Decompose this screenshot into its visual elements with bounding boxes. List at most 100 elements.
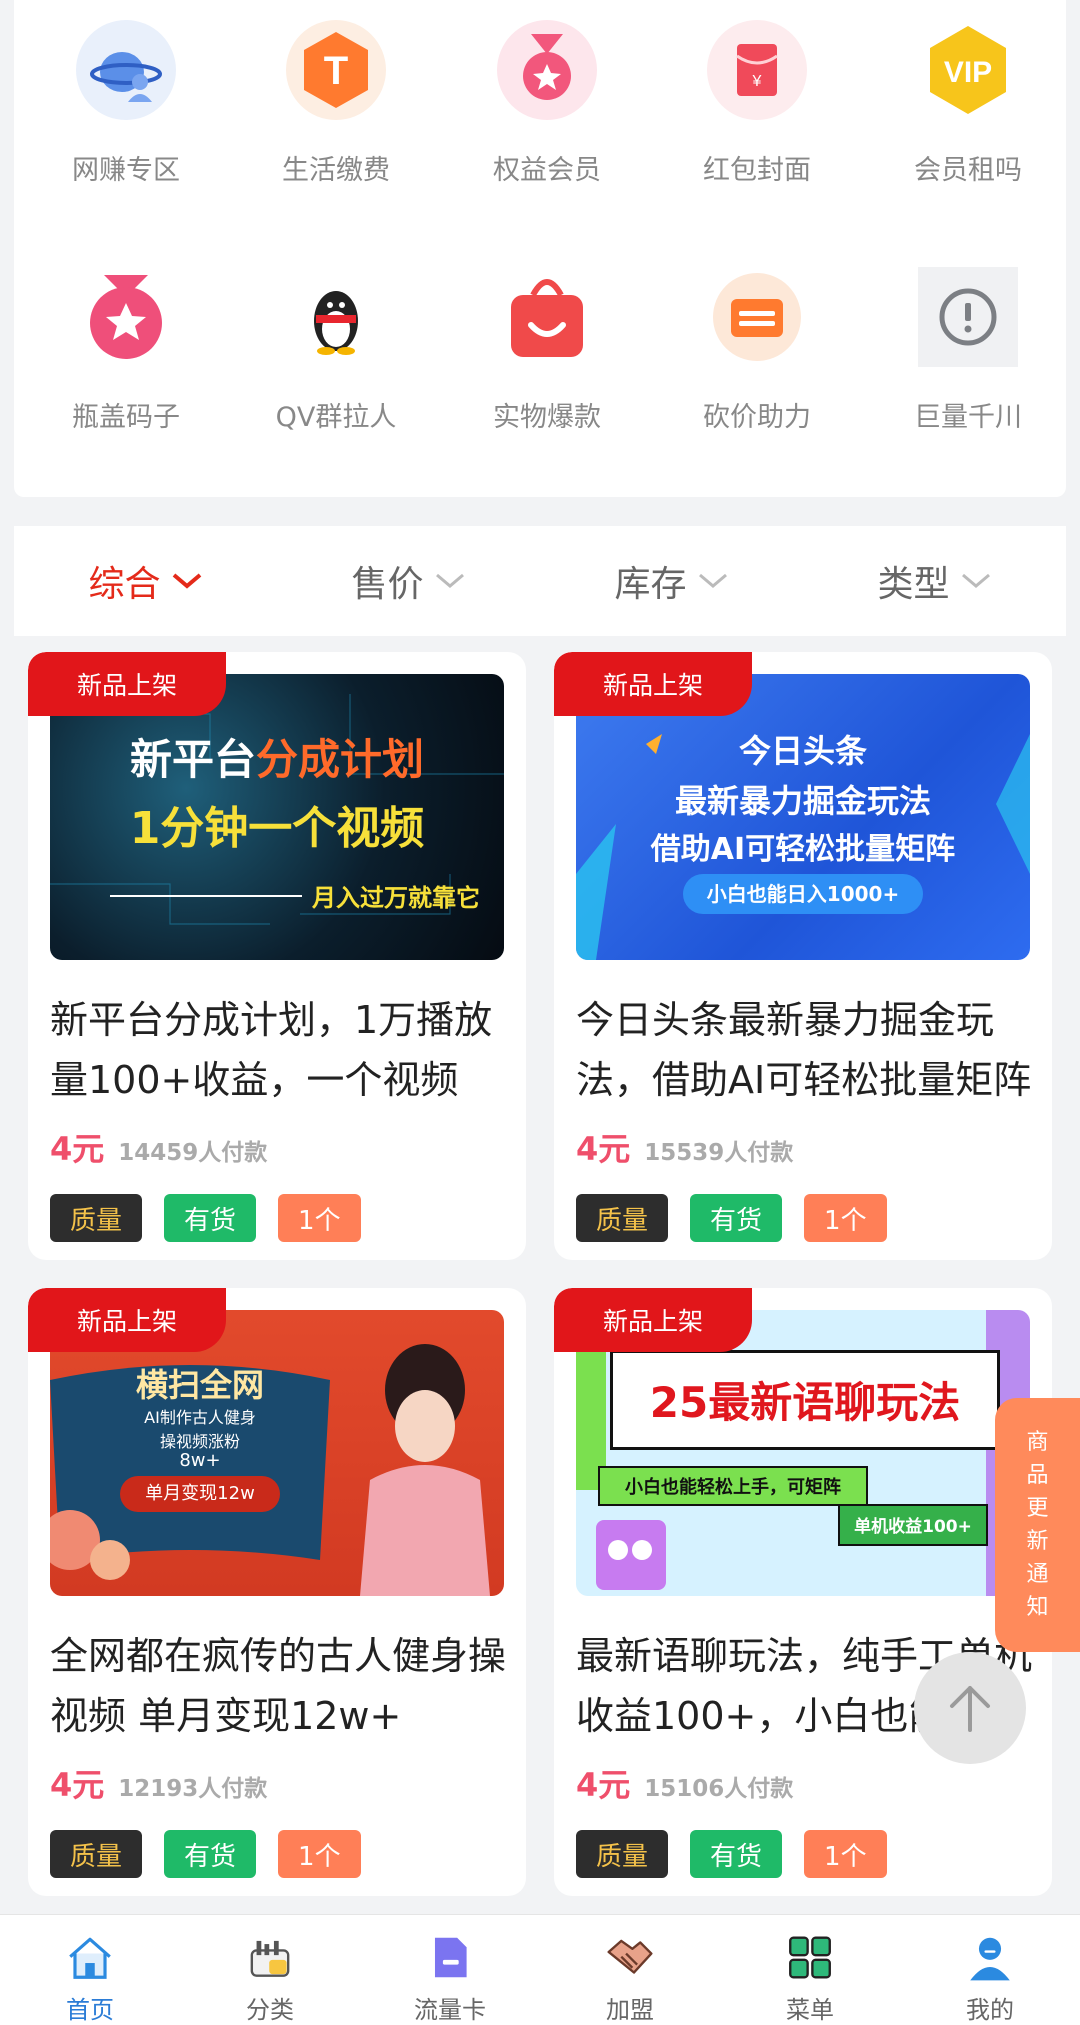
grid-label: 生活缴费 (282, 155, 390, 186)
tab-profile[interactable]: 我的 (900, 1915, 1080, 2025)
image-caption: 月入过万就靠它 (312, 884, 480, 912)
grid-item-quanyi[interactable]: 权益会员 (442, 0, 652, 220)
t-coin-icon: T (286, 20, 386, 120)
grid-label: 巨量千川 (914, 402, 1022, 433)
image-subline: AI制作古人健身 (144, 1408, 256, 1427)
grid-item-shenghuo[interactable]: T 生活缴费 (231, 0, 441, 220)
image-headline: 25最新语聊玩法 (610, 1350, 1000, 1450)
user-icon (970, 1937, 1010, 1981)
image-subline: 最新暴力掘金玩法 (674, 782, 931, 820)
shopping-bag-icon (497, 267, 597, 367)
medal-icon (497, 20, 597, 120)
grid-item-wangzhuan[interactable]: 网赚专区 (21, 0, 231, 220)
tab-franchise[interactable]: 加盟 (540, 1915, 720, 2025)
new-badge: 新品上架 (554, 1288, 752, 1352)
grid-item-pinggai[interactable]: 瓶盖码子 (21, 247, 231, 467)
image-caption: 单月变现12w (120, 1476, 280, 1512)
product-card[interactable]: 新品上架 新平台分成计划 1分钟一个视频 月入过万就靠它 新平台分成计划，1万播… (28, 652, 526, 1260)
tag-quantity: 1个 (804, 1830, 887, 1878)
tag-row: 质量 有货 1个 (576, 1194, 887, 1242)
alert-icon (918, 267, 1018, 367)
back-to-top-button[interactable] (914, 1652, 1026, 1764)
handshake-icon (607, 1939, 653, 1974)
sort-price[interactable]: 售价 (277, 526, 540, 636)
notice-char: 更 (1026, 1496, 1049, 1521)
product-card[interactable]: 新品上架 25最新语聊玩法 小白也能轻松上手，可矩阵 单机收益100+ 最新语聊… (554, 1288, 1052, 1896)
grid-item-kanjia[interactable]: 砍价助力 (652, 247, 862, 467)
grid-item-juliang[interactable]: 巨量千川 (863, 247, 1073, 467)
sold-count: 14459人付款 (118, 1140, 268, 1166)
tab-menu[interactable]: 菜单 (720, 1915, 900, 2025)
product-image: 新平台分成计划 1分钟一个视频 月入过万就靠它 (50, 674, 504, 960)
category-grid: 网赚专区 T 生活缴费 权益会员 ¥ 红包封面 VIP 会员租吗 瓶盖码子 QV… (14, 0, 1066, 497)
tag-quantity: 1个 (278, 1194, 361, 1242)
image-headline-accent: 分成计划 (256, 735, 425, 784)
product-image: 25最新语聊玩法 小白也能轻松上手，可矩阵 单机收益100+ (576, 1310, 1030, 1596)
tag-row: 质量 有货 1个 (50, 1194, 361, 1242)
sold-count: 15106人付款 (644, 1776, 794, 1802)
grid-label: 实物爆款 (493, 402, 601, 433)
image-subline: 小白也能轻松上手，可矩阵 (598, 1466, 868, 1506)
tag-row: 质量 有货 1个 (576, 1830, 887, 1878)
sort-comprehensive[interactable]: 综合 (14, 526, 277, 636)
notice-char: 通 (1026, 1562, 1049, 1587)
grid-label: QV群拉人 (275, 402, 397, 433)
tab-home[interactable]: 首页 (0, 1915, 180, 2025)
tag-quality: 质量 (576, 1830, 669, 1878)
tag-quantity: 1个 (278, 1830, 361, 1878)
price: 4元 (50, 1130, 105, 1168)
image-caption: 单机收益100+ (838, 1504, 988, 1546)
grid-label: 网赚专区 (72, 155, 180, 186)
price-row: 4元 12193人付款 (50, 1760, 267, 1806)
product-image: 横扫全网 AI制作古人健身 操视频涨粉 8w+ 单月变现12w (50, 1310, 504, 1596)
grid-label: 权益会员 (493, 155, 601, 186)
tag-quality: 质量 (576, 1194, 669, 1242)
price: 4元 (576, 1130, 631, 1168)
image-subline-2: 借助AI可轻松批量矩阵 (650, 832, 956, 867)
vip-badge-icon: VIP (918, 20, 1018, 120)
svg-text:¥: ¥ (752, 73, 762, 90)
price-row: 4元 15106人付款 (576, 1760, 793, 1806)
product-card[interactable]: 新品上架 横扫全网 AI制作古人健身 操视频涨粉 8w+ 单月变现12w 全网都… (28, 1288, 526, 1896)
image-caption: 小白也能日入1000+ (683, 874, 923, 914)
price-row: 4元 15539人付款 (576, 1124, 793, 1170)
price: 4元 (576, 1766, 631, 1804)
notice-char: 品 (1026, 1463, 1049, 1488)
product-title: 新平台分成计划，1万播放量100+收益，一个视频 (50, 998, 493, 1102)
notice-char: 新 (1026, 1529, 1049, 1554)
tab-label: 分类 (246, 1996, 294, 2024)
chevron-down-icon (961, 573, 990, 588)
product-title: 全网都在疯传的古人健身操视频 单月变现12w+ (50, 1634, 507, 1738)
bottom-tab-bar: 首页 分类 流量卡 加盟 菜单 我的 (0, 1914, 1080, 2025)
product-card[interactable]: 新品上架 今日头条 最新暴力掘金玩法 借助AI可轻松批量矩阵 小白也能日入100… (554, 652, 1052, 1260)
coupon-icon (707, 267, 807, 367)
tab-data-card[interactable]: 流量卡 (360, 1915, 540, 2025)
product-title: 今日头条最新暴力掘金玩法，借助AI可轻松批量矩阵 (576, 998, 1032, 1102)
tag-quality: 质量 (50, 1830, 143, 1878)
tag-in-stock: 有货 (690, 1194, 783, 1242)
new-badge: 新品上架 (554, 652, 752, 716)
image-subline: 1分钟一个视频 (129, 803, 425, 854)
sort-bar: 综合 售价 库存 类型 (14, 526, 1066, 636)
sort-label: 售价 (351, 564, 424, 605)
image-headline: 今日头条 (738, 732, 867, 770)
grid-item-shiwu[interactable]: 实物爆款 (442, 247, 652, 467)
category-icon (250, 1940, 290, 1977)
sort-type[interactable]: 类型 (803, 526, 1066, 636)
grid-item-qv[interactable]: QV群拉人 (231, 247, 441, 467)
star-medal-icon (76, 267, 176, 367)
home-icon (69, 1937, 111, 1979)
tab-label: 我的 (966, 1996, 1014, 2024)
tab-label: 流量卡 (414, 1996, 486, 2024)
grid-item-vip[interactable]: VIP 会员租吗 (863, 0, 1073, 220)
arrow-up-icon (950, 1686, 990, 1732)
sort-stock[interactable]: 库存 (540, 526, 803, 636)
tab-label: 加盟 (606, 1996, 654, 2024)
product-update-notice-tab[interactable]: 商 品 更 新 通 知 (995, 1398, 1080, 1652)
sold-count: 12193人付款 (118, 1776, 268, 1802)
grid-label: 瓶盖码子 (72, 402, 180, 433)
tag-row: 质量 有货 1个 (50, 1830, 361, 1878)
tab-category[interactable]: 分类 (180, 1915, 360, 2025)
grid-item-hongbao[interactable]: ¥ 红包封面 (652, 0, 862, 220)
tag-in-stock: 有货 (164, 1830, 257, 1878)
